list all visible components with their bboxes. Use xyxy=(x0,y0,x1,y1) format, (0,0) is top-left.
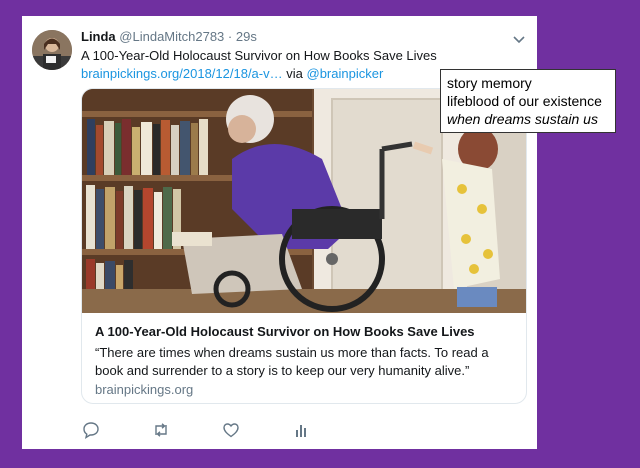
note-line-1: story memory xyxy=(447,75,532,91)
overlay-note: story memory lifeblood of our existence … xyxy=(440,69,616,133)
card-description: “There are times when dreams sustain us … xyxy=(95,345,489,378)
card-title[interactable]: A 100-Year-Old Holocaust Survivor on How… xyxy=(95,324,475,339)
avatar[interactable] xyxy=(32,30,72,70)
like-icon[interactable] xyxy=(222,421,240,439)
card-domain: brainpickings.org xyxy=(95,382,194,397)
note-line-2: lifeblood of our existence xyxy=(447,93,602,109)
mention-link[interactable]: @brainpicker xyxy=(307,66,384,81)
chevron-down-icon[interactable] xyxy=(510,30,528,48)
note-line-3: when dreams sustain us xyxy=(447,111,598,127)
tweet-text: A 100-Year-Old Holocaust Survivor on How… xyxy=(81,48,437,63)
author-handle[interactable]: @LindaMitch2783 xyxy=(119,29,224,44)
tweet-actions xyxy=(81,421,381,441)
separator: · xyxy=(227,29,233,44)
timestamp[interactable]: 29s xyxy=(236,29,257,44)
author-name[interactable]: Linda xyxy=(81,29,116,44)
analytics-icon[interactable] xyxy=(292,421,310,439)
tweet-link[interactable]: brainpickings.org/2018/12/18/a-v… xyxy=(81,66,283,81)
link-card[interactable]: A 100-Year-Old Holocaust Survivor on How… xyxy=(81,88,527,404)
tweet-link-row: brainpickings.org/2018/12/18/a-v… via @b… xyxy=(81,66,383,81)
retweet-icon[interactable] xyxy=(152,421,170,439)
reply-icon[interactable] xyxy=(82,421,100,440)
tweet-header: Linda @LindaMitch2783 · 29s xyxy=(81,29,257,44)
via-label: via xyxy=(286,66,303,81)
